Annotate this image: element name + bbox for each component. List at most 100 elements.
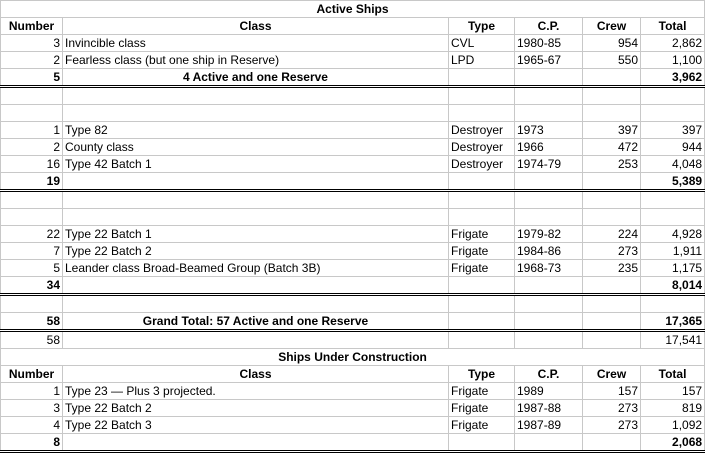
cell-type: Destroyer xyxy=(448,138,515,156)
subtotal-total: 2,068 xyxy=(639,433,706,453)
cell-type: LPD xyxy=(448,51,515,69)
subtotal-total: 8,014 xyxy=(639,276,706,296)
cell-number: 1 xyxy=(0,121,63,139)
header-number: Number xyxy=(0,17,63,35)
cell-number: 2 xyxy=(0,51,63,69)
cell-cp: 1987-89 xyxy=(514,416,583,434)
table-row: 5 Leander class Broad-Beamed Group (Batc… xyxy=(0,259,706,277)
subtotal-number: 8 xyxy=(0,433,63,453)
check-total: 17,541 xyxy=(639,330,706,349)
cell-total: 1,092 xyxy=(639,416,706,434)
table-row: 1 Type 82 Destroyer 1973 397 397 xyxy=(0,121,706,139)
cell-cp: 1984-86 xyxy=(514,242,583,260)
cell-crew: 954 xyxy=(582,34,641,52)
cell-class: County class xyxy=(62,138,449,156)
cell-crew: 472 xyxy=(582,138,641,156)
cell-crew: 224 xyxy=(582,225,641,243)
cell-total: 4,048 xyxy=(639,155,706,173)
table-row: 3 Type 22 Batch 2 Frigate 1987-88 273 81… xyxy=(0,399,706,417)
empty-cell xyxy=(448,276,515,296)
header-cp: C.P. xyxy=(514,365,583,383)
empty-cell xyxy=(448,312,515,332)
cell-total: 1,175 xyxy=(639,259,706,277)
cell-class: Type 22 Batch 1 xyxy=(62,225,449,243)
subtotal-label: 4 Active and one Reserve xyxy=(62,68,449,88)
cell-number: 5 xyxy=(0,259,63,277)
cell-number: 2 xyxy=(0,138,63,156)
empty-cell xyxy=(582,172,641,192)
cell-crew: 273 xyxy=(582,416,641,434)
subtotal-row: 19 5,389 xyxy=(0,172,706,192)
empty-cell xyxy=(514,312,583,332)
cell-crew: 397 xyxy=(582,121,641,139)
subtotal-number: 5 xyxy=(0,68,63,88)
cell-number: 7 xyxy=(0,242,63,260)
subtotal-total: 5,389 xyxy=(639,172,706,192)
check-number: 58 xyxy=(0,330,63,349)
section-title-active: Active Ships xyxy=(0,0,706,18)
header-cp: C.P. xyxy=(514,17,583,35)
cell-total: 944 xyxy=(639,138,706,156)
cell-class: Fearless class (but one ship in Reserve) xyxy=(62,51,449,69)
empty-cell xyxy=(582,68,641,88)
cell-crew: 550 xyxy=(582,51,641,69)
cell-number: 22 xyxy=(0,225,63,243)
cell-crew: 273 xyxy=(582,399,641,417)
header-total: Total xyxy=(639,17,706,35)
spacer-row xyxy=(0,208,706,226)
cell-cp: 1966 xyxy=(514,138,583,156)
empty-cell xyxy=(514,68,583,88)
cell-cp: 1965-67 xyxy=(514,51,583,69)
empty-cell xyxy=(62,276,449,296)
cell-class: Type 82 xyxy=(62,121,449,139)
empty-cell xyxy=(582,276,641,296)
grand-total-total: 17,365 xyxy=(639,312,706,332)
grand-total-number: 58 xyxy=(0,312,63,332)
table-row: 2 Fearless class (but one ship in Reserv… xyxy=(0,51,706,69)
cell-class: Type 22 Batch 3 xyxy=(62,416,449,434)
cell-type: CVL xyxy=(448,34,515,52)
subtotal-total: 3,962 xyxy=(639,68,706,88)
cell-cp: 1989 xyxy=(514,382,583,400)
cell-total: 157 xyxy=(639,382,706,400)
table-row: 7 Type 22 Batch 2 Frigate 1984-86 273 1,… xyxy=(0,242,706,260)
cell-total: 4,928 xyxy=(639,225,706,243)
cell-number: 3 xyxy=(0,399,63,417)
cell-crew: 253 xyxy=(582,155,641,173)
empty-cell xyxy=(448,172,515,192)
subtotal-number: 19 xyxy=(0,172,63,192)
table-row: 3 Invincible class CVL 1980-85 954 2,862 xyxy=(0,34,706,52)
table-row: 16 Type 42 Batch 1 Destroyer 1974-79 253… xyxy=(0,155,706,173)
table-row: 22 Type 22 Batch 1 Frigate 1979-82 224 4… xyxy=(0,225,706,243)
cell-type: Frigate xyxy=(448,416,515,434)
cell-type: Destroyer xyxy=(448,155,515,173)
cell-total: 1,911 xyxy=(639,242,706,260)
cell-number: 3 xyxy=(0,34,63,52)
cell-crew: 273 xyxy=(582,242,641,260)
cell-cp: 1979-82 xyxy=(514,225,583,243)
cell-cp: 1974-79 xyxy=(514,155,583,173)
table-row: 1 Type 23 — Plus 3 projected. Frigate 19… xyxy=(0,382,706,400)
cell-cp: 1973 xyxy=(514,121,583,139)
cell-class: Type 22 Batch 2 xyxy=(62,399,449,417)
header-row: Number Class Type C.P. Crew Total xyxy=(0,17,706,35)
cell-class: Leander class Broad-Beamed Group (Batch … xyxy=(62,259,449,277)
section-title-construction: Ships Under Construction xyxy=(0,348,706,366)
cell-type: Frigate xyxy=(448,382,515,400)
cell-number: 1 xyxy=(0,382,63,400)
cell-cp: 1987-88 xyxy=(514,399,583,417)
header-row: Number Class Type C.P. Crew Total xyxy=(0,365,706,383)
spreadsheet: Active Ships Number Class Type C.P. Crew… xyxy=(0,0,706,453)
cell-cp: 1968-73 xyxy=(514,259,583,277)
subtotal-row: 8 2,068 xyxy=(0,433,706,453)
empty-cell xyxy=(448,433,515,453)
empty-cell xyxy=(514,276,583,296)
empty-cell xyxy=(448,68,515,88)
grand-total-row: 58 Grand Total: 57 Active and one Reserv… xyxy=(0,312,706,332)
header-crew: Crew xyxy=(582,365,641,383)
empty-cell xyxy=(514,172,583,192)
cell-type: Frigate xyxy=(448,259,515,277)
table-row: 4 Type 22 Batch 3 Frigate 1987-89 273 1,… xyxy=(0,416,706,434)
cell-class: Type 23 — Plus 3 projected. xyxy=(62,382,449,400)
cell-number: 4 xyxy=(0,416,63,434)
